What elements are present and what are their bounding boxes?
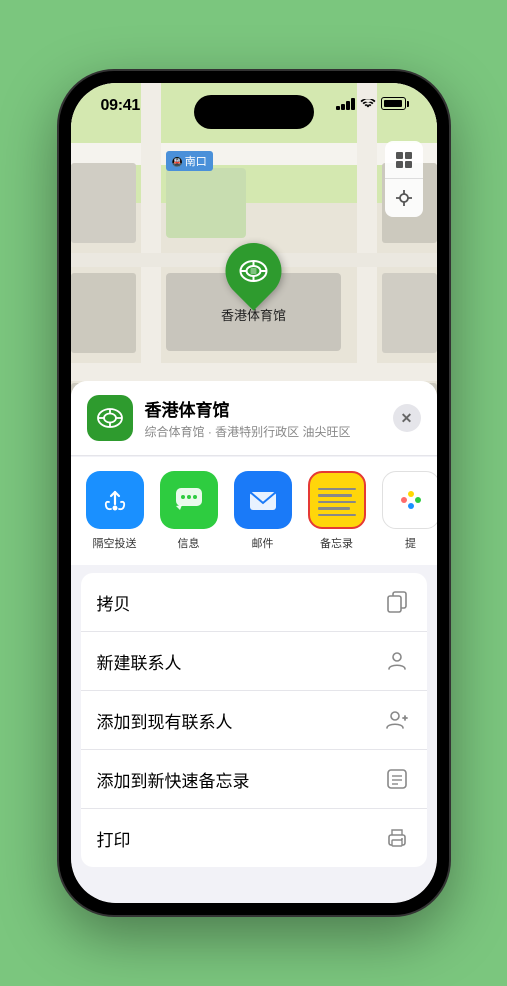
airdrop-label: 隔空投送 [93, 535, 137, 551]
place-header: 香港体育馆 综合体育馆 · 香港特别行政区 油尖旺区 ✕ [71, 381, 437, 456]
action-add-contact[interactable]: 添加到现有联系人 [81, 691, 427, 750]
place-name: 香港体育馆 [145, 396, 381, 421]
phone-screen: 09:41 [71, 83, 437, 903]
status-icons [336, 97, 409, 110]
note-icon [383, 765, 411, 793]
action-new-contact-label: 新建联系人 [97, 649, 182, 674]
mail-label: 邮件 [252, 535, 274, 551]
more-icon [382, 471, 437, 529]
station-label: 🚇南口 [166, 151, 213, 171]
map-layer-button[interactable] [385, 141, 423, 179]
notes-icon [308, 471, 366, 529]
action-copy-label: 拷贝 [97, 590, 131, 615]
more-label: 提 [405, 535, 416, 551]
action-quick-note[interactable]: 添加到新快速备忘录 [81, 750, 427, 809]
place-info: 香港体育馆 综合体育馆 · 香港特别行政区 油尖旺区 [145, 396, 381, 440]
share-item-mail[interactable]: 邮件 [229, 471, 297, 551]
battery-icon [381, 97, 409, 110]
action-quick-note-label: 添加到新快速备忘录 [97, 767, 250, 792]
person-add-icon [383, 706, 411, 734]
close-button[interactable]: ✕ [393, 404, 421, 432]
stadium-marker: 香港体育馆 [221, 243, 286, 324]
location-button[interactable] [385, 179, 423, 217]
map-controls [385, 141, 423, 217]
phone-frame: 09:41 [59, 71, 449, 915]
share-item-notes[interactable]: 备忘录 [303, 471, 371, 551]
place-icon [87, 395, 133, 441]
action-print[interactable]: 打印 [81, 809, 427, 867]
mail-icon [234, 471, 292, 529]
message-icon [160, 471, 218, 529]
status-time: 09:41 [101, 97, 140, 115]
notes-label: 备忘录 [320, 535, 353, 551]
share-item-airdrop[interactable]: 隔空投送 [81, 471, 149, 551]
marker-pin [214, 231, 293, 310]
action-add-contact-label: 添加到现有联系人 [97, 708, 233, 733]
share-item-message[interactable]: 信息 [155, 471, 223, 551]
person-icon [383, 647, 411, 675]
action-list: 拷贝 新建联系人 [81, 573, 427, 867]
print-icon [383, 824, 411, 852]
message-label: 信息 [178, 535, 200, 551]
dynamic-island [194, 95, 314, 129]
copy-icon [383, 588, 411, 616]
share-row: 隔空投送 信息 [71, 457, 437, 565]
close-icon: ✕ [401, 410, 413, 427]
airdrop-icon [86, 471, 144, 529]
share-item-more[interactable]: 提 [377, 471, 437, 551]
action-new-contact[interactable]: 新建联系人 [81, 632, 427, 691]
bottom-sheet: 香港体育馆 综合体育馆 · 香港特别行政区 油尖旺区 ✕ [71, 381, 437, 903]
signal-icon [336, 98, 355, 110]
place-subtitle: 综合体育馆 · 香港特别行政区 油尖旺区 [145, 423, 381, 440]
action-print-label: 打印 [97, 826, 131, 851]
action-copy[interactable]: 拷贝 [81, 573, 427, 632]
wifi-icon [360, 98, 376, 110]
